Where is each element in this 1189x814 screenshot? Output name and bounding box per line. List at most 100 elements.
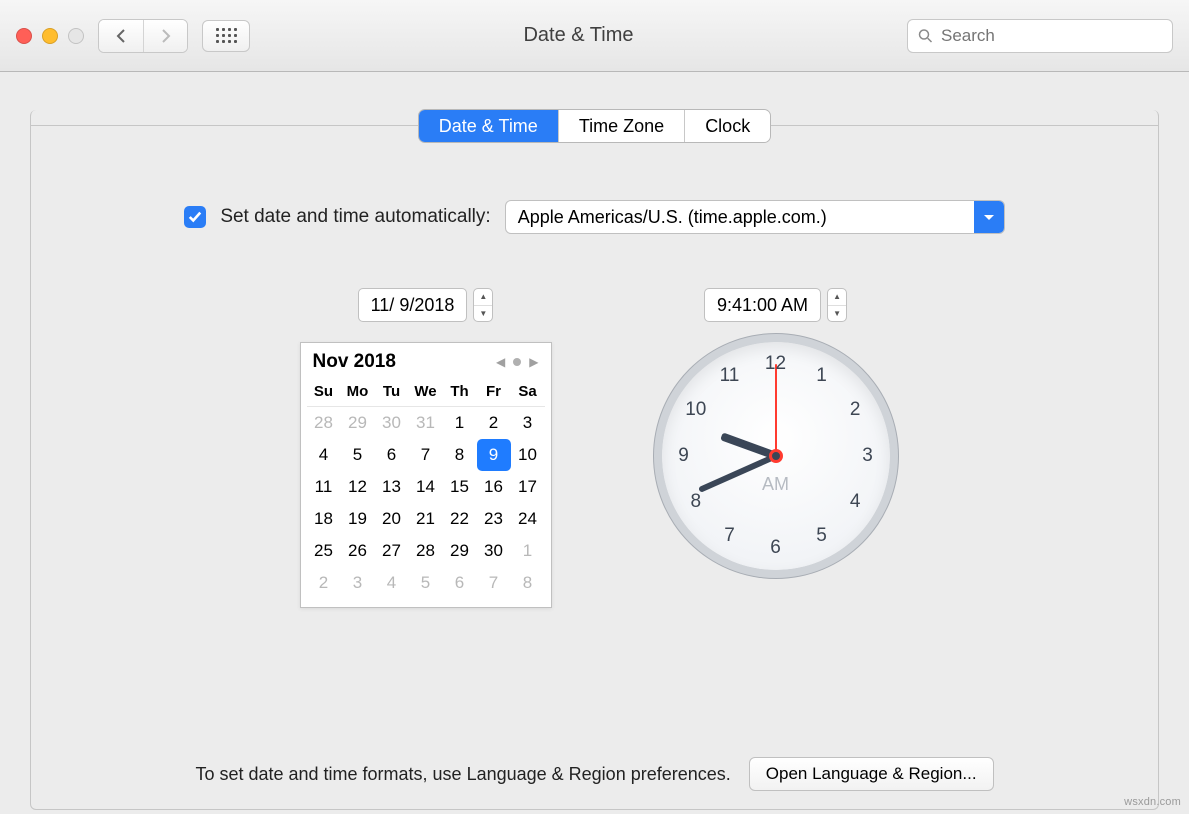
calendar-day[interactable]: 5: [341, 439, 375, 471]
auto-time-label: Set date and time automatically:: [220, 206, 490, 228]
search-input[interactable]: [941, 26, 1162, 46]
main-panel: Date & Time Time Zone Clock Set date and…: [30, 110, 1159, 810]
time-stepper[interactable]: ▲ ▼: [827, 288, 847, 322]
calendar-day[interactable]: 8: [443, 439, 477, 471]
time-value[interactable]: 9:41:00 AM: [704, 288, 821, 322]
calendar-day[interactable]: 19: [341, 503, 375, 535]
tab-bar: Date & Time Time Zone Clock: [101, 109, 1088, 143]
footer-hint: To set date and time formats, use Langua…: [195, 764, 730, 785]
calendar-day[interactable]: 21: [409, 503, 443, 535]
calendar-day[interactable]: 29: [443, 535, 477, 567]
titlebar: Date & Time: [0, 0, 1189, 72]
clock-number: 6: [770, 537, 781, 559]
calendar-day[interactable]: 6: [375, 439, 409, 471]
calendar-day[interactable]: 28: [409, 535, 443, 567]
step-up-icon[interactable]: ▲: [474, 289, 492, 305]
calendar-day[interactable]: 3: [341, 567, 375, 599]
calendar-day[interactable]: 29: [341, 407, 375, 439]
clock-number: 5: [816, 525, 827, 547]
calendar-day[interactable]: 4: [307, 439, 341, 471]
tab-date-time[interactable]: Date & Time: [419, 110, 558, 142]
calendar-day[interactable]: 12: [341, 471, 375, 503]
step-down-icon[interactable]: ▼: [474, 305, 492, 322]
calendar-day[interactable]: 14: [409, 471, 443, 503]
grid-icon: [216, 28, 237, 43]
analog-clock: AM 121234567891011: [662, 342, 890, 570]
minimize-button[interactable]: [42, 28, 58, 44]
tab-time-zone[interactable]: Time Zone: [558, 110, 684, 142]
calendar-day[interactable]: 28: [307, 407, 341, 439]
watermark: wsxdn.com: [1124, 796, 1181, 808]
footer-row: To set date and time formats, use Langua…: [31, 757, 1158, 791]
ampm-label: AM: [762, 474, 789, 495]
calendar-day[interactable]: 3: [511, 407, 545, 439]
calendar-day[interactable]: 1: [443, 407, 477, 439]
time-server-combo[interactable]: Apple Americas/U.S. (time.apple.com.): [505, 200, 1005, 234]
date-stepper[interactable]: ▲ ▼: [473, 288, 493, 322]
calendar-day[interactable]: 6: [443, 567, 477, 599]
clock-number: 10: [685, 399, 706, 421]
calendar-day[interactable]: 26: [341, 535, 375, 567]
calendar-dow: We: [409, 379, 443, 407]
cal-next-icon[interactable]: ▶: [529, 355, 538, 369]
clock-number: 8: [691, 491, 702, 513]
calendar-day[interactable]: 7: [409, 439, 443, 471]
auto-time-row: Set date and time automatically: Apple A…: [101, 200, 1088, 234]
content-columns: 11/ 9/2018 ▲ ▼ Nov 2018 ◀ ▶ SuMoTuWeThFr…: [101, 288, 1088, 608]
cal-prev-icon[interactable]: ◀: [496, 355, 505, 369]
calendar-day[interactable]: 22: [443, 503, 477, 535]
calendar-day[interactable]: 4: [375, 567, 409, 599]
calendar: Nov 2018 ◀ ▶ SuMoTuWeThFrSa2829303112345…: [300, 342, 552, 608]
calendar-day[interactable]: 17: [511, 471, 545, 503]
calendar-title: Nov 2018: [313, 351, 396, 373]
calendar-day[interactable]: 30: [477, 535, 511, 567]
date-stepper-field[interactable]: 11/ 9/2018 ▲ ▼: [358, 288, 494, 322]
step-up-icon[interactable]: ▲: [828, 289, 846, 305]
open-language-region-button[interactable]: Open Language & Region...: [749, 757, 994, 791]
clock-number: 7: [724, 525, 735, 547]
calendar-dow: Sa: [511, 379, 545, 407]
close-button[interactable]: [16, 28, 32, 44]
time-column: 9:41:00 AM ▲ ▼ AM 121234567891011: [662, 288, 890, 608]
calendar-day[interactable]: 30: [375, 407, 409, 439]
calendar-dow: Fr: [477, 379, 511, 407]
calendar-day[interactable]: 7: [477, 567, 511, 599]
search-field[interactable]: [907, 19, 1173, 53]
clock-number: 11: [720, 365, 740, 387]
calendar-day[interactable]: 13: [375, 471, 409, 503]
clock-number: 1: [816, 365, 827, 387]
tab-clock[interactable]: Clock: [684, 110, 770, 142]
time-stepper-field[interactable]: 9:41:00 AM ▲ ▼: [704, 288, 847, 322]
calendar-day[interactable]: 8: [511, 567, 545, 599]
calendar-dow: Th: [443, 379, 477, 407]
calendar-day[interactable]: 9: [477, 439, 511, 471]
zoom-button[interactable]: [68, 28, 84, 44]
calendar-day[interactable]: 1: [511, 535, 545, 567]
auto-time-checkbox[interactable]: [184, 206, 206, 228]
calendar-day[interactable]: 20: [375, 503, 409, 535]
calendar-day[interactable]: 18: [307, 503, 341, 535]
date-value[interactable]: 11/ 9/2018: [358, 288, 468, 322]
clock-pin: [769, 449, 783, 463]
calendar-day[interactable]: 16: [477, 471, 511, 503]
calendar-day[interactable]: 2: [307, 567, 341, 599]
forward-button[interactable]: [143, 20, 187, 52]
step-down-icon[interactable]: ▼: [828, 305, 846, 322]
clock-number: 4: [850, 491, 861, 513]
calendar-day[interactable]: 5: [409, 567, 443, 599]
show-all-button[interactable]: [202, 20, 250, 52]
clock-number: 2: [850, 399, 861, 421]
calendar-day[interactable]: 2: [477, 407, 511, 439]
calendar-dow: Tu: [375, 379, 409, 407]
calendar-day[interactable]: 27: [375, 535, 409, 567]
calendar-day[interactable]: 10: [511, 439, 545, 471]
calendar-day[interactable]: 23: [477, 503, 511, 535]
back-button[interactable]: [99, 20, 143, 52]
calendar-day[interactable]: 15: [443, 471, 477, 503]
calendar-day[interactable]: 24: [511, 503, 545, 535]
clock-number: 3: [862, 445, 873, 467]
cal-today-icon[interactable]: [513, 358, 521, 366]
calendar-day[interactable]: 11: [307, 471, 341, 503]
calendar-day[interactable]: 25: [307, 535, 341, 567]
calendar-day[interactable]: 31: [409, 407, 443, 439]
